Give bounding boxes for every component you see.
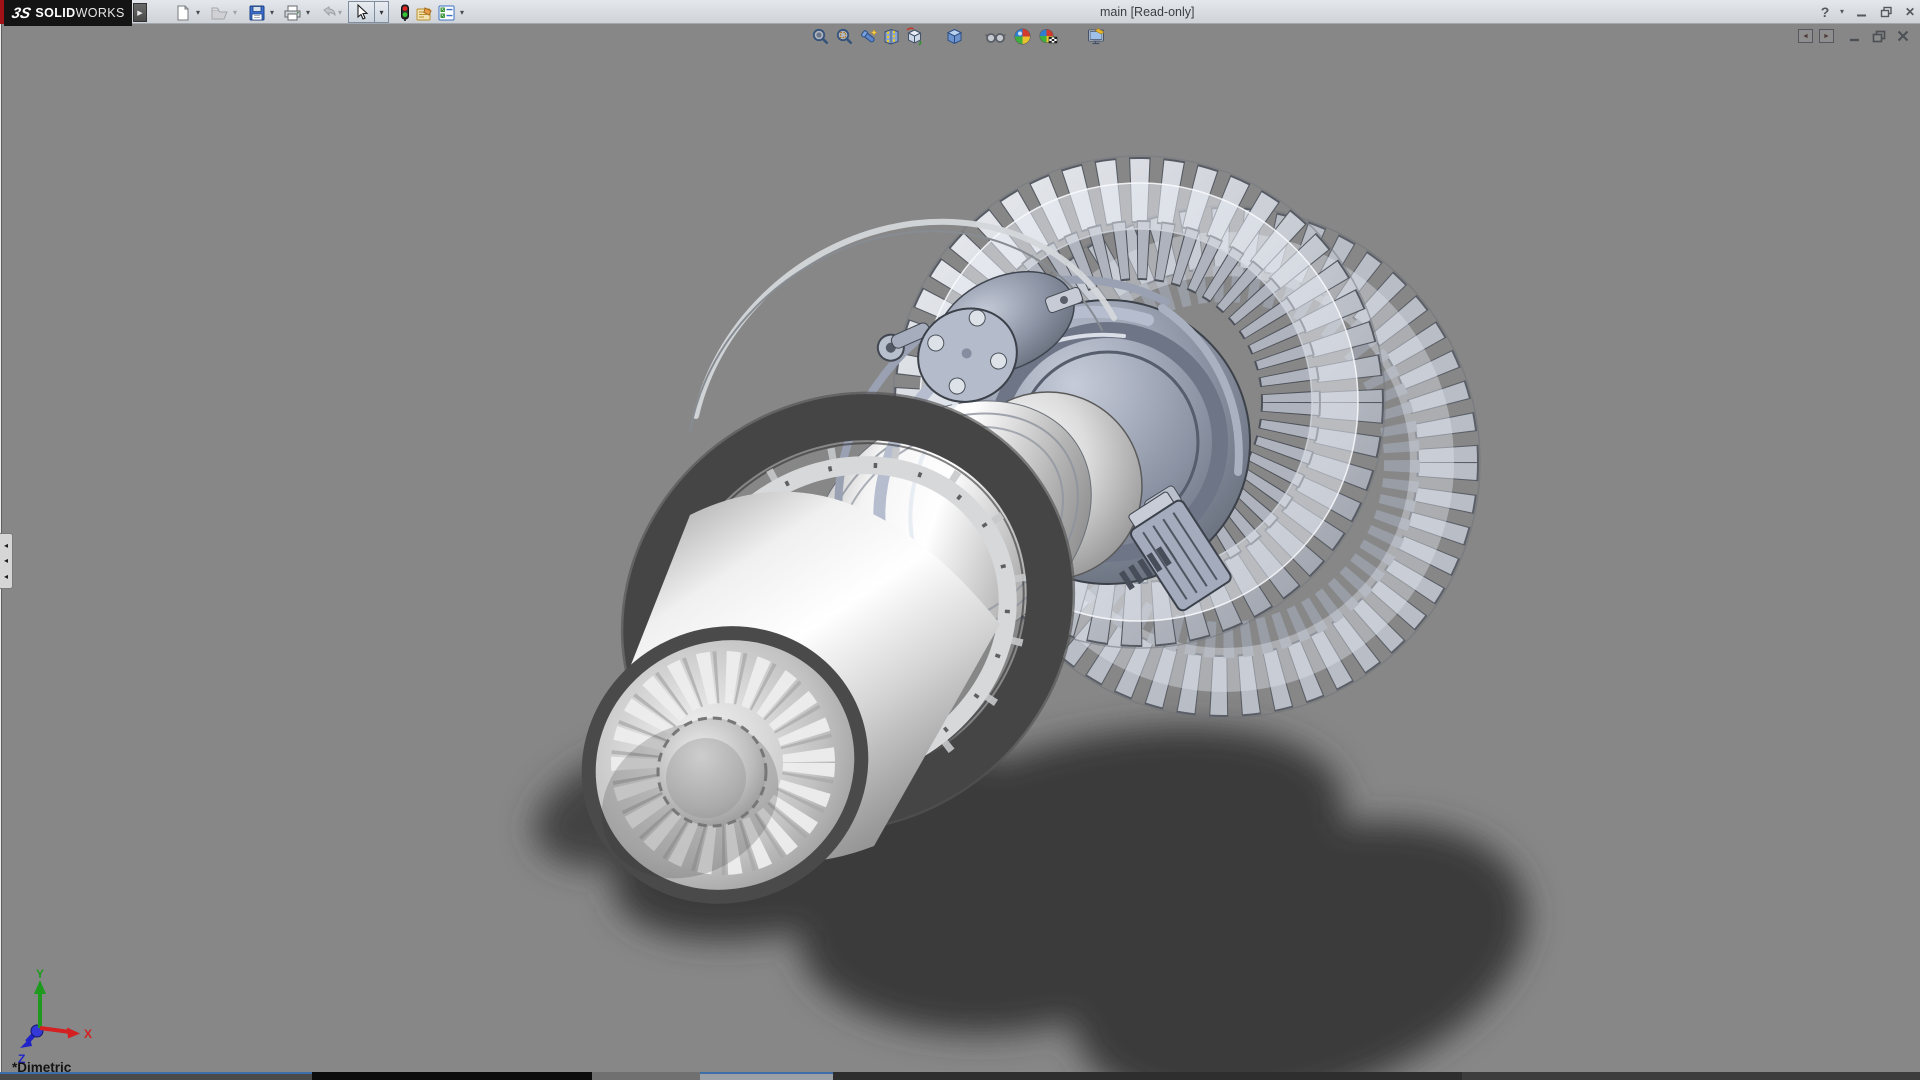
traffic-light-button[interactable]: [394, 2, 415, 23]
feature-panel-splitter-tab[interactable]: ◂ ◂ ◂: [0, 533, 13, 589]
window-title: main [Read-only]: [1100, 0, 1195, 24]
checker-flag: [1049, 37, 1057, 43]
y-axis-label: Y: [36, 968, 44, 981]
open-document-caret[interactable]: ▾: [229, 2, 241, 23]
new-document-button[interactable]: [172, 2, 193, 23]
zoom-to-fit-icon: [811, 27, 830, 46]
print-caret[interactable]: ▾: [302, 2, 314, 23]
logo-mark: 3S: [10, 5, 33, 22]
section-view-button[interactable]: [881, 26, 902, 47]
zoom-to-area-button[interactable]: [834, 26, 855, 47]
edit-appearance-icon: [1013, 27, 1032, 46]
taskbar-segment[interactable]: [592, 1072, 700, 1080]
view-orientation-icon: [905, 27, 924, 46]
document-window-controls: ◄ ►: [1798, 28, 1912, 44]
pane-left-button[interactable]: ◄: [1798, 29, 1813, 43]
new-document-caret[interactable]: ▾: [192, 2, 204, 23]
section-view-icon: [882, 27, 901, 46]
taskbar-segment[interactable]: [1462, 1072, 1920, 1080]
save-button[interactable]: [246, 2, 267, 23]
open-document-icon: [211, 5, 228, 21]
taskbar-segment[interactable]: [833, 1072, 1462, 1080]
help-caret[interactable]: ▾: [1836, 2, 1848, 22]
select-tool-caret[interactable]: ▾: [375, 1, 389, 23]
apply-scene-icon: [1038, 27, 1058, 46]
minimize-icon: [1856, 6, 1868, 18]
graphics-area[interactable]: [0, 24, 1920, 1072]
taskbar-segment[interactable]: [700, 1072, 833, 1080]
doc-close-icon: [1897, 30, 1909, 42]
doc-minimize-icon: [1849, 30, 1861, 42]
hide-show-items-icon: [985, 27, 1006, 46]
apply-scene-button[interactable]: [1037, 26, 1058, 47]
open-document-button[interactable]: [209, 2, 230, 23]
headsup-view-toolbar: [810, 26, 1107, 47]
note-hand-icon: [416, 5, 434, 21]
doc-close-button[interactable]: [1894, 28, 1912, 44]
display-style-button[interactable]: [944, 26, 965, 47]
view-settings-button[interactable]: [1086, 26, 1107, 47]
edit-appearance-button[interactable]: [1012, 26, 1033, 47]
restore-button[interactable]: [1876, 3, 1896, 21]
logo-text: SOLIDWORKS: [35, 6, 124, 20]
taskbar-segment[interactable]: [312, 1072, 592, 1080]
doc-minimize-button[interactable]: [1846, 28, 1864, 44]
checklist-options-button[interactable]: [436, 2, 457, 23]
previous-view-icon: [860, 27, 879, 46]
minimize-button[interactable]: [1852, 3, 1872, 21]
title-bar: 3S SOLIDWORKS ▶ ▾ ▾ ▾ ▾: [0, 0, 1920, 24]
checklist-options-caret[interactable]: ▾: [456, 2, 468, 23]
print-button[interactable]: [282, 2, 303, 23]
zoom-to-area-icon: [835, 27, 854, 46]
save-caret[interactable]: ▾: [266, 2, 278, 23]
x-axis: [40, 1028, 70, 1032]
solidworks-logo: 3S SOLIDWORKS: [4, 0, 132, 26]
x-axis-label: X: [84, 1027, 92, 1041]
orientation-triad: Y X Z: [10, 968, 100, 1068]
menu-expander-button[interactable]: ▶: [133, 3, 147, 22]
view-orientation-button[interactable]: [904, 26, 925, 47]
windows-taskbar[interactable]: [0, 1072, 1920, 1080]
note-hand-button[interactable]: [414, 2, 435, 23]
doc-restore-icon: [1872, 30, 1886, 43]
undo-caret[interactable]: ▾: [334, 2, 346, 23]
print-icon: [284, 5, 301, 21]
display-style-icon: [945, 27, 964, 46]
close-button[interactable]: ✕: [1900, 3, 1920, 21]
traffic-light-icon: [399, 4, 411, 22]
new-document-icon: [175, 5, 191, 21]
pane-right-button[interactable]: ►: [1819, 29, 1834, 43]
restore-icon: [1880, 6, 1893, 18]
taskbar-segment[interactable]: [0, 1072, 312, 1080]
select-tool-button[interactable]: [348, 1, 375, 23]
select-cursor-icon: [355, 4, 369, 20]
help-button[interactable]: ?: [1816, 2, 1834, 22]
zoom-to-fit-button[interactable]: [810, 26, 831, 47]
previous-view-button[interactable]: [859, 26, 880, 47]
save-icon: [249, 5, 265, 21]
hide-show-items-button[interactable]: [985, 26, 1006, 47]
doc-restore-button[interactable]: [1870, 28, 1888, 44]
view-settings-icon: [1087, 27, 1107, 46]
checklist-options-icon: [438, 5, 455, 21]
